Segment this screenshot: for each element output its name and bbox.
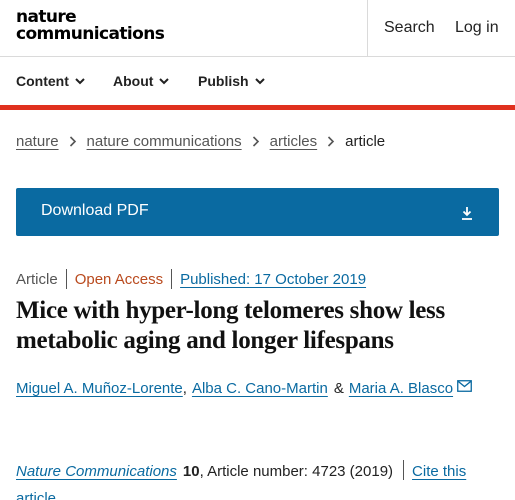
- author-link[interactable]: Maria A. Blasco: [349, 380, 453, 397]
- breadcrumb-item-articles[interactable]: articles: [270, 133, 318, 150]
- chevron-right-icon: [328, 136, 335, 147]
- breadcrumb: nature nature communications articles ar…: [16, 133, 385, 150]
- download-icon: [462, 207, 472, 220]
- nav-item-publish[interactable]: Publish: [198, 73, 265, 89]
- nav-item-content[interactable]: Content: [16, 73, 85, 89]
- journal-link[interactable]: Nature Communications: [16, 463, 177, 480]
- accent-bar: [0, 105, 515, 110]
- nav-item-label: Publish: [198, 73, 249, 89]
- meta-divider: [171, 269, 173, 289]
- breadcrumb-current: article: [345, 133, 386, 150]
- meta-divider: [65, 269, 67, 289]
- citation-line: Nature Communications 10, Article number:…: [16, 458, 506, 500]
- nav-item-label: About: [113, 73, 154, 89]
- nav-item-about[interactable]: About: [113, 73, 170, 89]
- article-number: , Article number: 4723 (2019): [199, 463, 394, 480]
- main-nav: Content About Publish: [0, 57, 515, 105]
- download-pdf-button[interactable]: Download PDF: [16, 188, 499, 236]
- site-logo[interactable]: nature communications: [16, 9, 165, 44]
- chevron-down-icon: [75, 77, 85, 84]
- author-separator: &: [333, 380, 344, 397]
- site-header: nature communications Search Log in: [0, 0, 515, 56]
- chevron-right-icon: [69, 136, 76, 147]
- download-pdf-label: Download PDF: [41, 202, 149, 219]
- chevron-down-icon: [254, 77, 265, 84]
- article-type: Article: [16, 270, 58, 288]
- author-link[interactable]: Miguel A. Muñoz-Lorente: [16, 380, 183, 397]
- search-link[interactable]: Search: [384, 19, 435, 37]
- chevron-right-icon: [252, 136, 259, 147]
- login-link[interactable]: Log in: [455, 19, 499, 37]
- breadcrumb-item-nature[interactable]: nature: [16, 133, 59, 150]
- author-separator: ,: [182, 380, 187, 397]
- breadcrumb-item-journal[interactable]: nature communications: [87, 133, 242, 150]
- mail-icon[interactable]: [457, 379, 472, 392]
- journal-volume: 10: [182, 463, 200, 480]
- open-access-badge: Open Access: [74, 270, 164, 288]
- citation-divider: [403, 460, 405, 480]
- header-divider: [367, 0, 368, 56]
- nav-item-label: Content: [16, 73, 69, 89]
- author-list: Miguel A. Muñoz-Lorente , Alba C. Cano-M…: [16, 379, 472, 397]
- chevron-down-icon: [159, 77, 170, 84]
- author-link[interactable]: Alba C. Cano-Martin: [192, 380, 328, 397]
- logo-line-2: communications: [16, 24, 165, 44]
- article-meta: Article Open Access Published: 17 Octobe…: [16, 269, 366, 289]
- published-date-link[interactable]: Published: 17 October 2019: [180, 271, 366, 288]
- article-title: Mice with hyper-long telomeres show less…: [16, 297, 445, 354]
